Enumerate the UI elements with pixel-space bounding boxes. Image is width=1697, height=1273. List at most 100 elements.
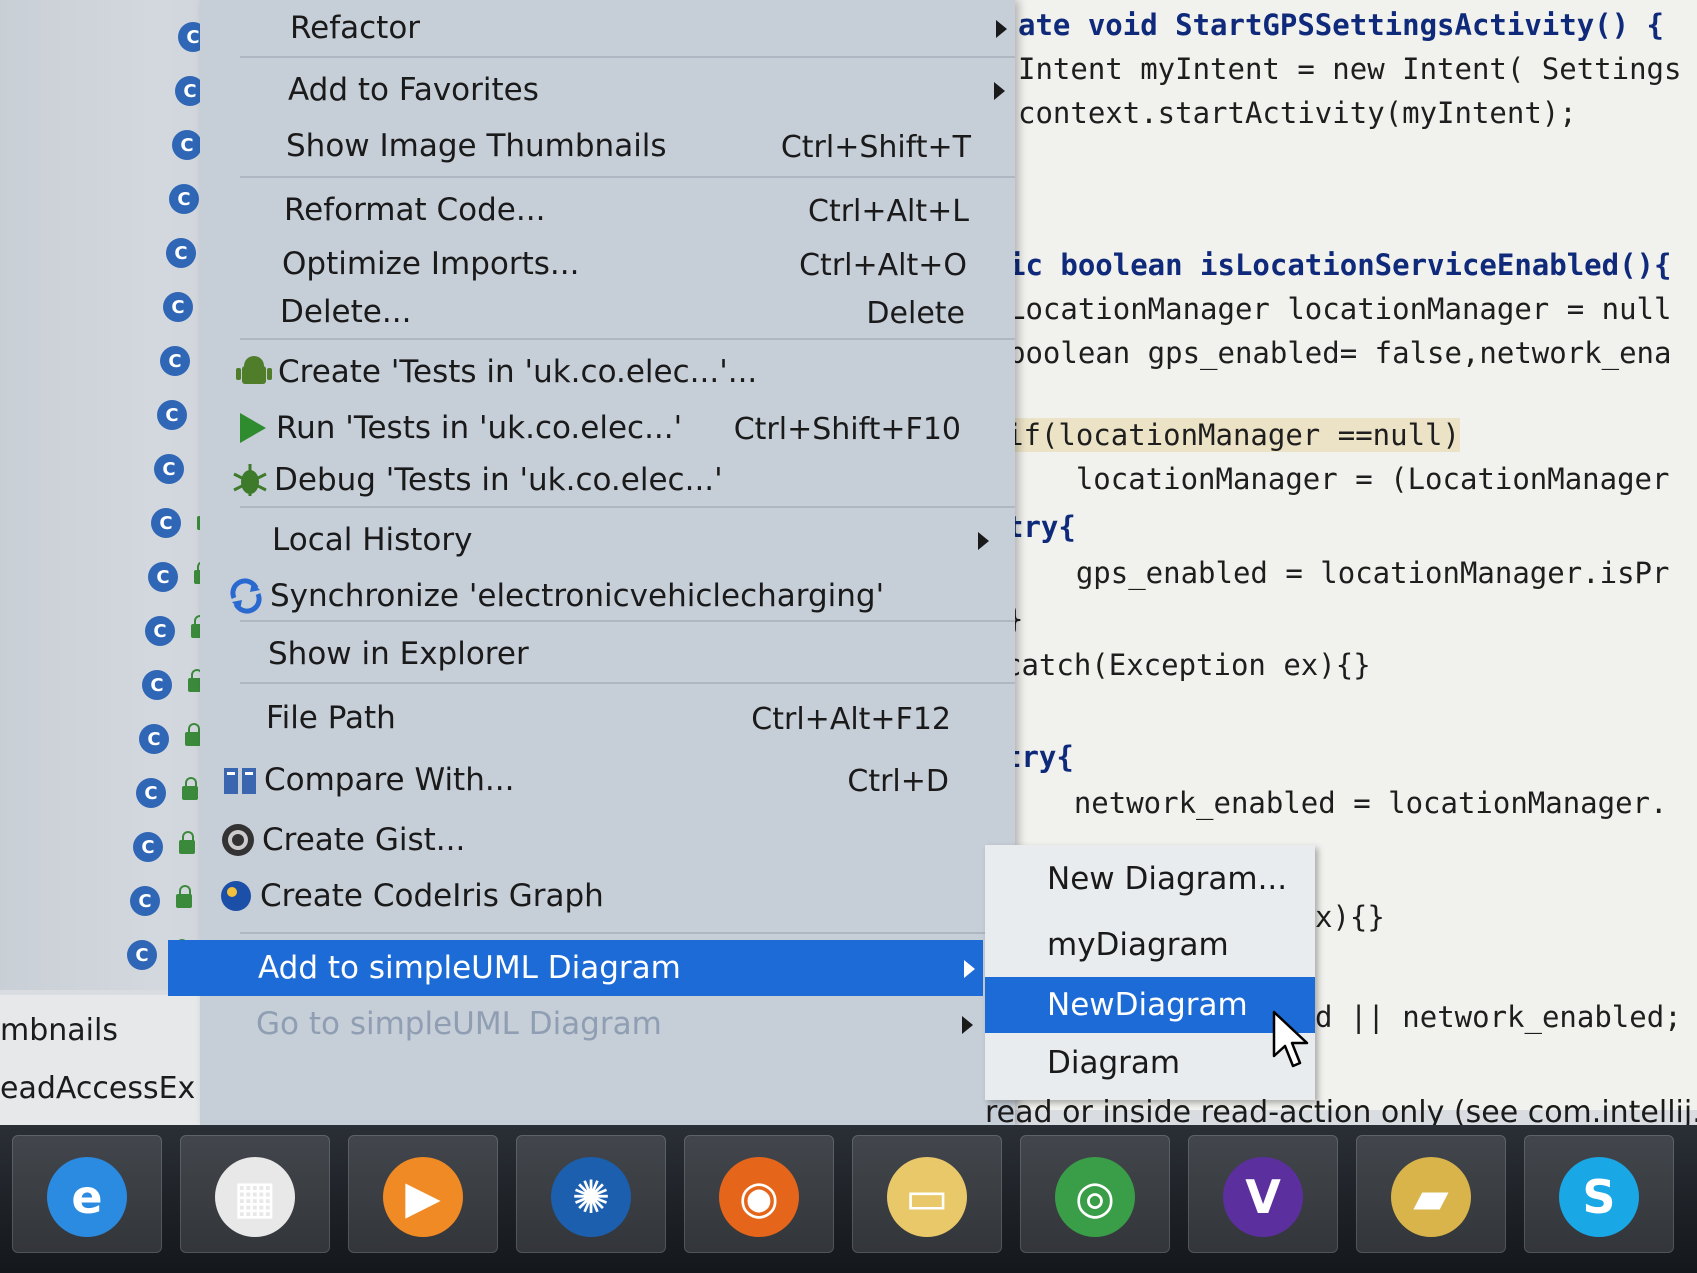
class-icon: C — [157, 400, 187, 430]
code-line: x){} — [1315, 900, 1385, 934]
code-line: d || network_enabled; — [1315, 1000, 1682, 1034]
mouse-cursor-icon — [1272, 1010, 1309, 1068]
menu-item-create-codeiris-graph[interactable]: Create CodeIris Graph — [170, 868, 985, 924]
menu-item-label: Reformat Code... — [284, 192, 546, 228]
code-line: if(locationManager ==null) — [1006, 418, 1460, 452]
folder-icon: ▰ — [1391, 1157, 1471, 1237]
menu-item-show-in-explorer[interactable]: Show in Explorer — [178, 626, 993, 682]
submenu-item-diagram[interactable]: Diagram — [985, 1035, 1315, 1091]
class-icon: C — [133, 832, 163, 862]
taskbar-button[interactable]: ▦ — [180, 1135, 330, 1253]
menu-item-run-tests-in-uk-co-elec[interactable]: Run 'Tests in 'uk.co.elec...' Ctrl+Shift+… — [186, 400, 1001, 456]
menu-item-create-gist[interactable]: Create Gist... — [172, 812, 987, 868]
class-icon: C — [163, 292, 193, 322]
menu-item-shortcut: Ctrl+Shift+F10 — [733, 412, 961, 447]
menu-item-label: Show Image Thumbnails — [286, 128, 667, 164]
code-line: boolean gps_enabled= false,network_ena — [1008, 336, 1672, 370]
submenu-arrow-icon — [978, 532, 989, 550]
menu-item-label: Create Gist... — [262, 822, 466, 858]
submenu-item-label: myDiagram — [1047, 927, 1229, 963]
menu-item-create-tests-in-uk-co-elec[interactable]: Create 'Tests in 'uk.co.elec...'... — [188, 344, 1003, 400]
submenu-item-newdiagram[interactable]: NewDiagram — [985, 977, 1315, 1033]
menu-item-refactor[interactable]: Refactor — [200, 0, 1015, 56]
menu-item-label: Refactor — [290, 10, 421, 46]
menu-item-shortcut: Delete — [866, 296, 965, 331]
class-icon: C — [145, 616, 175, 646]
github-icon — [220, 822, 256, 858]
menu-item-label: Run 'Tests in 'uk.co.elec...' — [276, 410, 683, 446]
menu-item-add-to-simpleuml-diagram[interactable]: Add to simpleUML Diagram — [168, 940, 983, 996]
code-line: Intent myIntent = new Intent( Settings — [1018, 52, 1682, 86]
menu-separator — [240, 176, 1015, 178]
taskbar-button[interactable]: e — [12, 1135, 162, 1253]
menu-item-show-image-thumbnails[interactable]: Show Image Thumbnails Ctrl+Shift+T — [196, 118, 1011, 174]
class-icon: C — [160, 346, 190, 376]
menu-item-compare-with[interactable]: Compare With... Ctrl+D — [174, 752, 989, 808]
taskbar-button[interactable]: ▰ — [1356, 1135, 1506, 1253]
codeiris-icon — [218, 878, 254, 914]
menu-item-label: Local History — [272, 522, 473, 558]
menu-item-shortcut: Ctrl+Alt+F12 — [751, 702, 951, 737]
thumbnails-tab[interactable]: mbnails — [0, 1013, 118, 1048]
class-icon: C — [142, 670, 172, 700]
submenu-arrow-icon — [964, 960, 975, 978]
android-icon — [236, 354, 272, 390]
menu-item-shortcut: Ctrl+Alt+O — [799, 248, 967, 283]
skype-icon: S — [1559, 1157, 1639, 1237]
menu-item-label: Add to Favorites — [288, 72, 539, 108]
menu-item-debug-tests-in-uk-co-elec[interactable]: Debug 'Tests in 'uk.co.elec...' — [184, 452, 999, 508]
class-icon: C — [148, 562, 178, 592]
submenu-item-label: New Diagram... — [1047, 861, 1288, 897]
taskbar-button[interactable]: ▭ — [852, 1135, 1002, 1253]
class-icon: C — [136, 778, 166, 808]
class-icon: C — [154, 454, 184, 484]
run-icon — [234, 410, 270, 446]
submenu-arrow-icon — [994, 82, 1005, 100]
taskbar-button[interactable]: S — [1524, 1135, 1674, 1253]
menu-separator — [240, 56, 1015, 58]
codeiris-app-icon: ✺ — [551, 1157, 631, 1237]
menu-item-shortcut: Ctrl+D — [847, 764, 949, 799]
exception-log-entry[interactable]: eadAccessEx — [0, 1071, 195, 1106]
class-icon: C — [139, 724, 169, 754]
submenu-arrow-icon — [962, 1016, 973, 1034]
windows-taskbar: e ▦ ▶ ✺ ◉ ▭ ◎ V ▰ S — [0, 1125, 1697, 1273]
internet-explorer-icon: e — [47, 1157, 127, 1237]
firefox-icon: ◉ — [719, 1157, 799, 1237]
submenu-item-mydiagram[interactable]: myDiagram — [985, 917, 1315, 973]
menu-separator — [240, 932, 1015, 934]
taskbar-button[interactable]: ▶ — [348, 1135, 498, 1253]
menu-item-label: Debug 'Tests in 'uk.co.elec...' — [274, 462, 723, 498]
taskbar-button[interactable]: V — [1188, 1135, 1338, 1253]
menu-item-label: Delete... — [280, 294, 412, 330]
taskbar-button[interactable]: ◎ — [1020, 1135, 1170, 1253]
submenu-item-label: Diagram — [1047, 1045, 1181, 1081]
chrome-icon: ◎ — [1055, 1157, 1135, 1237]
menu-item-label: Show in Explorer — [268, 636, 529, 672]
menu-item-label: Optimize Imports... — [282, 246, 580, 282]
class-icon: C — [151, 508, 181, 538]
sync-icon — [228, 578, 264, 614]
submenu-item-new-diagram[interactable]: New Diagram... — [985, 851, 1315, 907]
menu-item-file-path[interactable]: File Path Ctrl+Alt+F12 — [176, 690, 991, 746]
code-line: ate void StartGPSSettingsActivity() { — [1018, 8, 1664, 42]
menu-separator — [240, 682, 1015, 684]
menu-item-go-to-simpleuml-diagram: Go to simpleUML Diagram — [166, 996, 981, 1052]
menu-item-label: Go to simpleUML Diagram — [256, 1006, 662, 1042]
menu-item-reformat-code[interactable]: Reformat Code... Ctrl+Alt+L — [194, 182, 1009, 238]
menu-item-add-to-favorites[interactable]: Add to Favorites — [198, 62, 1013, 118]
taskbar-button[interactable]: ✺ — [516, 1135, 666, 1253]
menu-item-delete[interactable]: Delete... Delete — [190, 284, 1005, 340]
code-line: catch(Exception ex){} — [1004, 648, 1371, 682]
menu-item-local-history[interactable]: Local History — [182, 512, 997, 568]
taskbar-button[interactable]: ◉ — [684, 1135, 834, 1253]
submenu-arrow-icon — [996, 20, 1007, 38]
submenu-item-label: NewDiagram — [1047, 987, 1248, 1023]
menu-item-shortcut: Ctrl+Alt+L — [808, 194, 969, 229]
class-icon: C — [127, 940, 157, 970]
code-line: network_enabled = locationManager. — [1004, 786, 1668, 820]
menu-item-label: Compare With... — [264, 762, 515, 798]
class-icon: C — [130, 886, 160, 916]
code-text: ate void StartGPSSettingsActivity() { — [1018, 8, 1665, 42]
menu-item-synchronize-electronicvehiclecharging[interactable]: Synchronize 'electronicvehiclecharging' — [180, 568, 995, 624]
